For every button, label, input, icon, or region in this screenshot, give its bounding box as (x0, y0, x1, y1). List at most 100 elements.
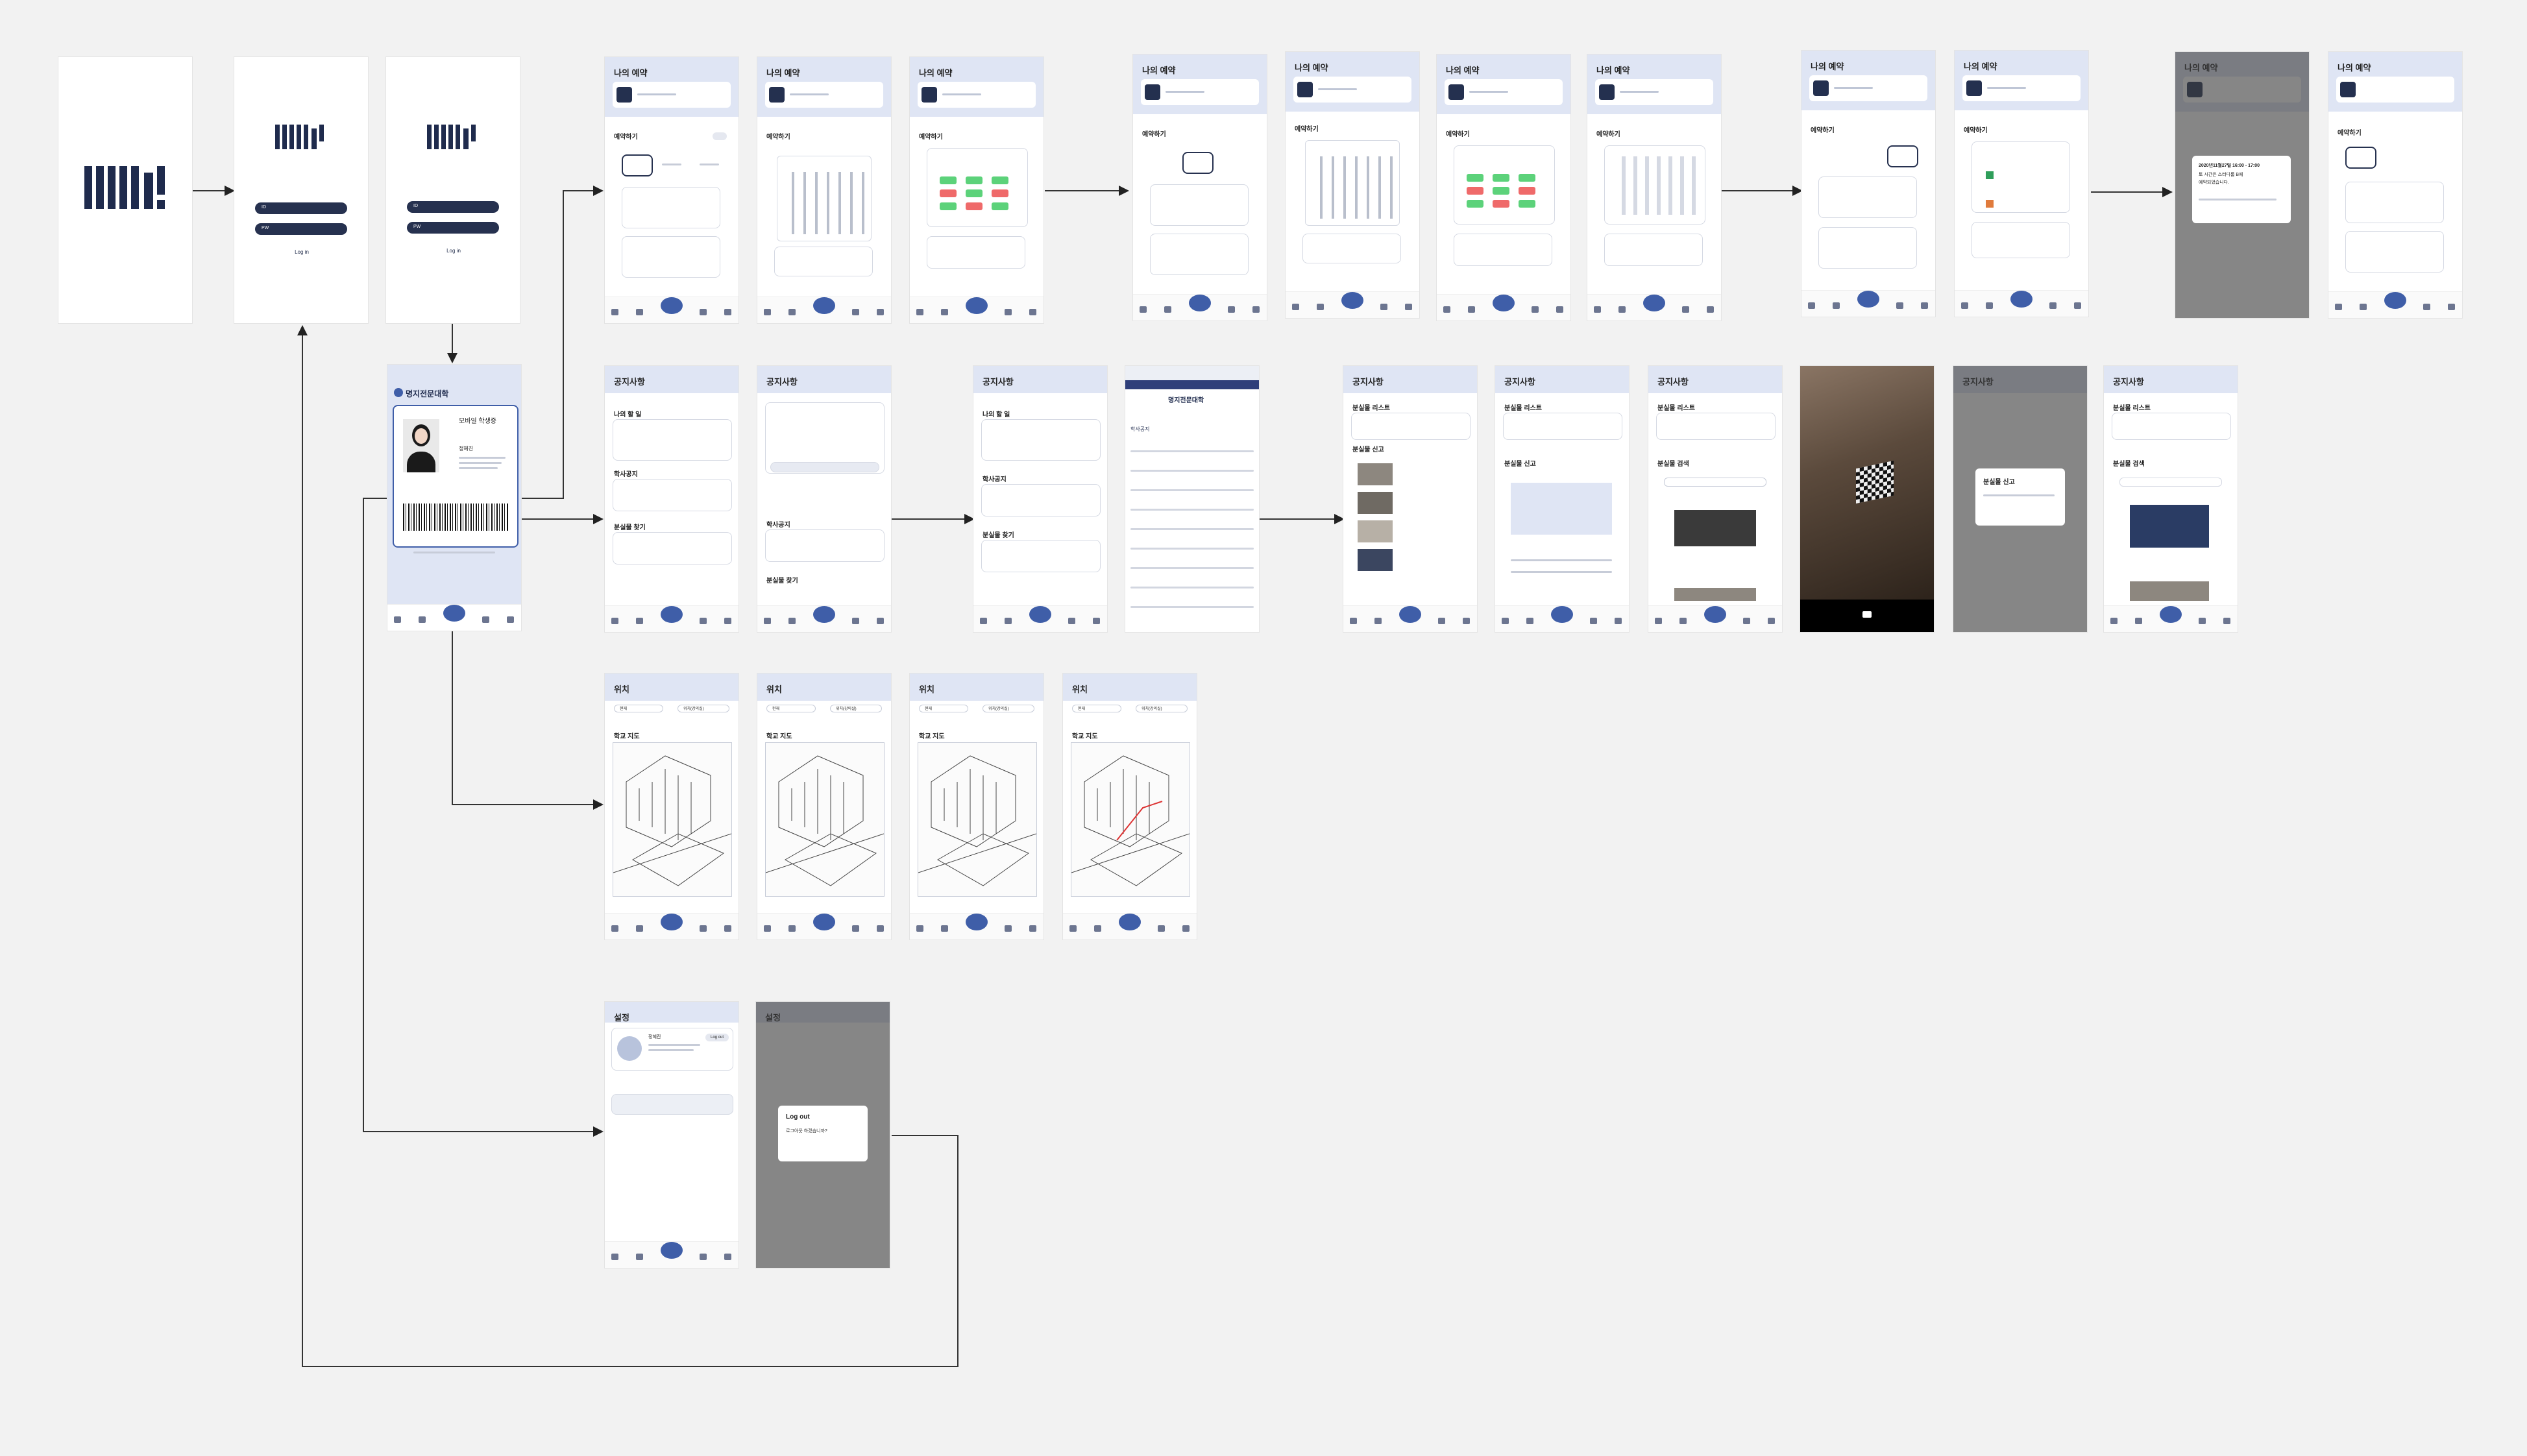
screen-title: 위치 (766, 685, 782, 694)
map-section: 학교 지도 (614, 733, 640, 740)
map-section: 학교 지도 (919, 733, 945, 740)
modal-title: 분실물 신고 (1983, 479, 2015, 486)
camera-icon[interactable] (1862, 611, 1872, 618)
university-name: 명지전문대학 (406, 389, 449, 398)
reservation-confirm-modal: 2020년11월27일 16:00 - 17:00 토 시간은 스터디룸 B에 … (2192, 156, 2291, 223)
id-card-icon[interactable] (419, 616, 426, 623)
reservation-screen-slots-2: 나의 예약 예약하기 (1437, 55, 1570, 321)
logout-modal-screen: 설정 Log out 로그아웃 하겠습니까? (756, 1002, 890, 1268)
screen-title: 나의 예약 (1596, 66, 1630, 75)
lost-search-result-screen: 공지사항 분실물 리스트 분실물 검색 (2104, 366, 2238, 632)
reservation-screen-2: 나의 예약 예약하기 (1133, 55, 1267, 321)
reservation-screen-final: 나의 예약 예약하기 (2328, 52, 2462, 318)
brand-logo (84, 166, 166, 209)
campus-map[interactable] (1071, 742, 1190, 897)
home-icon[interactable] (443, 605, 465, 622)
screen-title: 나의 예약 (1811, 62, 1844, 71)
reserve-section: 예약하기 (1811, 127, 1835, 134)
reserve-section: 예약하기 (1142, 131, 1166, 138)
screen-title: 공지사항 (766, 377, 798, 387)
room-option-selected[interactable] (1182, 152, 1214, 174)
university-logo-icon (394, 388, 403, 397)
screen-title: 공지사항 (1504, 377, 1535, 387)
photo-upload-area[interactable] (1511, 483, 1612, 535)
screen-title: 공지사항 (1657, 377, 1689, 387)
screen-title: 나의 예약 (1964, 62, 1997, 71)
academic-section: 학사공지 (614, 471, 638, 478)
pw-label: PW (262, 226, 269, 230)
screen-title: 위치 (614, 685, 629, 694)
lost-search-input[interactable] (2119, 478, 2222, 487)
location-screen-3: 위치 현재 위치(강의실) 학교 지도 (910, 673, 1044, 940)
notice-icon[interactable] (482, 616, 489, 623)
lost-list-screen: 공지사항 분실물 리스트 분실물 신고 (1343, 366, 1477, 632)
search-from[interactable]: 현재 (1072, 705, 1121, 712)
map-section: 학교 지도 (1072, 733, 1098, 740)
logout-button[interactable]: Log out (705, 1034, 729, 1041)
reserve-section: 예약하기 (919, 134, 943, 141)
user-name: 정혜진 (648, 1035, 661, 1039)
search-from[interactable]: 현재 (919, 705, 968, 712)
lost-report-section: 분실물 신고 (1352, 446, 1384, 454)
search-to[interactable]: 위치(강의실) (678, 705, 729, 712)
reservation-confirm-screen: 나의 예약 2020년11월27일 16:00 - 17:00 토 시간은 스터… (2175, 52, 2309, 318)
lost-report-modal: 분실물 신고 (1975, 468, 2065, 526)
location-screen-1: 위치 현재 위치(강의실) 학교 지도 (605, 673, 739, 940)
barcode (403, 504, 508, 531)
screen-title: 공지사항 (614, 377, 645, 387)
campus-map[interactable] (918, 742, 1037, 897)
search-to[interactable]: 위치(강의실) (983, 705, 1034, 712)
notice-screen-2: 공지사항 나의 할 일 학사공지 분실물 찾기 (973, 366, 1107, 632)
screen-title: 설정 (765, 1013, 781, 1023)
screen-title: 위치 (919, 685, 934, 694)
search-icon[interactable] (507, 616, 514, 623)
screen-title: 나의 예약 (1446, 66, 1480, 75)
confirm-room: 토 시간은 스터디룸 B에 (2199, 173, 2243, 177)
pw-field[interactable]: PW (407, 222, 499, 234)
search-to[interactable]: 위치(강의실) (830, 705, 882, 712)
screen-title: 공지사항 (1962, 377, 1994, 387)
campus-map[interactable] (613, 742, 732, 897)
academic-section: 학사공지 (983, 476, 1007, 483)
lost-report-modal-screen: 공지사항 분실물 신고 (1953, 366, 2087, 632)
reserve-section: 예약하기 (1295, 126, 1319, 133)
lost-search-input[interactable] (1664, 478, 1766, 487)
calendar-icon[interactable] (394, 616, 401, 623)
todo-section: 나의 할 일 (614, 411, 642, 419)
room-option-selected[interactable] (622, 154, 653, 176)
academic-section: 학사공지 (766, 522, 790, 529)
search-to[interactable]: 위치(강의실) (1136, 705, 1188, 712)
id-label: ID (262, 205, 266, 210)
room-option-selected[interactable] (2345, 147, 2376, 169)
lost-report-section: 분실물 신고 (1504, 461, 1536, 468)
lost-list-section: 분실물 리스트 (1504, 405, 1542, 412)
id-field[interactable]: ID (255, 202, 347, 214)
reserve-section: 예약하기 (1596, 131, 1620, 138)
calendar[interactable] (1305, 140, 1400, 226)
logout-modal: Log out 로그아웃 하겠습니까? (778, 1106, 868, 1161)
map-section: 학교 지도 (766, 733, 792, 740)
calendar[interactable] (777, 156, 872, 241)
campus-map[interactable] (765, 742, 885, 897)
brand-logo-small (427, 125, 479, 149)
search-from[interactable]: 현재 (766, 705, 816, 712)
search-from[interactable]: 현재 (614, 705, 663, 712)
login-button[interactable]: Log in (441, 248, 467, 254)
lost-search-screen: 공지사항 분실물 리스트 분실물 검색 (1648, 366, 1782, 632)
lost-report-screen: 공지사항 분실물 리스트 분실물 신고 (1495, 366, 1629, 632)
pw-label: PW (413, 224, 421, 229)
id-field[interactable]: ID (407, 201, 499, 213)
splash-screen (58, 57, 192, 323)
screen-title: 공지사항 (1352, 377, 1384, 387)
student-id-screen: 명지전문대학 모바일 학생증 정혜진 (387, 365, 521, 631)
seat-grid[interactable] (1604, 145, 1705, 224)
student-photo (403, 419, 439, 472)
screen-title: 나의 예약 (919, 68, 953, 78)
lost-found-section: 분실물 찾기 (983, 532, 1014, 539)
room-option-selected[interactable] (1887, 145, 1918, 167)
reserve-section: 예약하기 (1964, 127, 1988, 134)
modal-title: Log out (786, 1113, 810, 1121)
location-screen-2: 위치 현재 위치(강의실) 학교 지도 (757, 673, 891, 940)
pw-field[interactable]: PW (255, 223, 347, 235)
login-button[interactable]: Log in (289, 249, 315, 255)
